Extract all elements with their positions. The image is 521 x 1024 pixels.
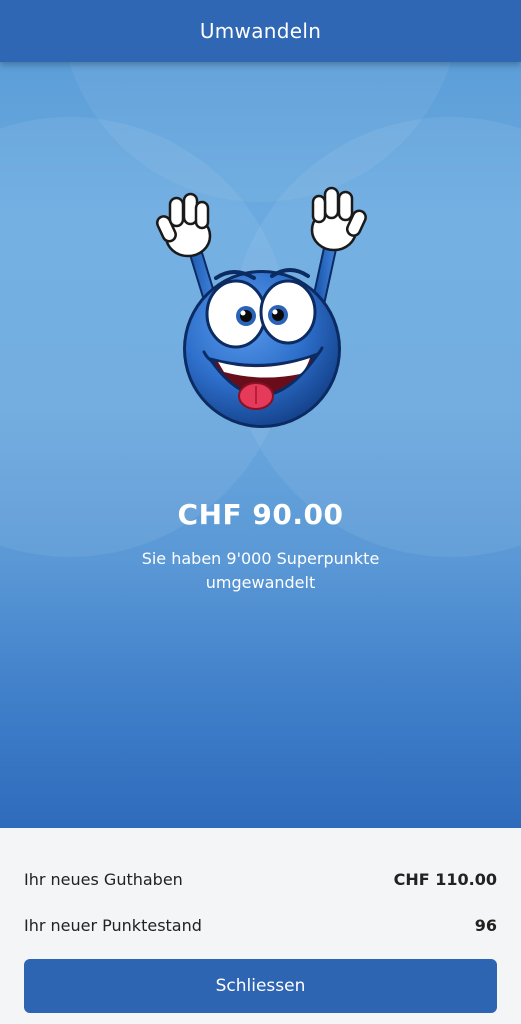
close-button[interactable]: Schliessen bbox=[24, 959, 497, 1013]
points-value: 96 bbox=[474, 916, 497, 935]
balance-row: Ihr neues Guthaben CHF 110.00 bbox=[24, 870, 497, 889]
happy-blue-mascot-icon bbox=[155, 186, 367, 428]
summary-panel: Ihr neues Guthaben CHF 110.00 Ihr neuer … bbox=[0, 828, 521, 1024]
points-label: Ihr neuer Punktestand bbox=[24, 916, 202, 935]
balance-value: CHF 110.00 bbox=[393, 870, 497, 889]
points-row: Ihr neuer Punktestand 96 bbox=[24, 916, 497, 935]
header-bar: Umwandeln bbox=[0, 0, 521, 62]
conversion-message: Sie haben 9'000 Superpunkte umgewandelt bbox=[141, 549, 380, 592]
page-title: Umwandeln bbox=[199, 19, 322, 43]
balance-label: Ihr neues Guthaben bbox=[24, 870, 183, 889]
hero-panel: CHF 90.00 Sie haben 9'000 Superpunkte um… bbox=[0, 62, 521, 828]
converted-amount: CHF 90.00 bbox=[177, 498, 344, 531]
